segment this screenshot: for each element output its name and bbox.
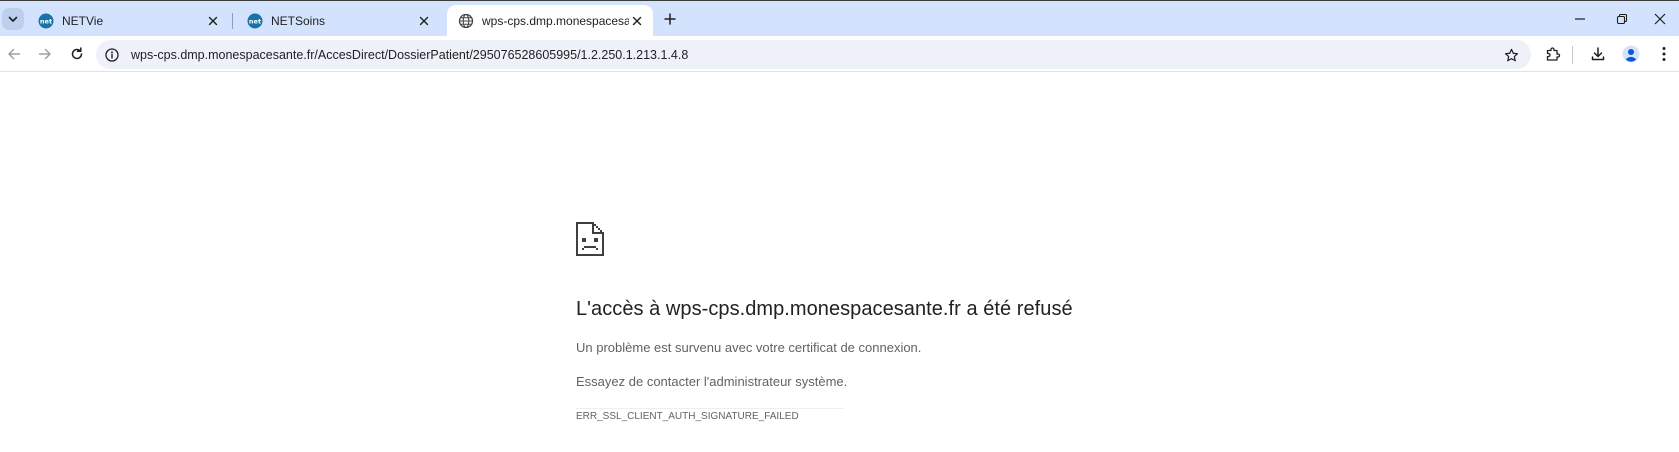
site-info-icon[interactable] — [102, 45, 122, 65]
tab-netsoins[interactable]: net NETSoins — [236, 5, 440, 37]
more-vertical-icon — [1662, 47, 1666, 61]
download-icon — [1591, 47, 1605, 61]
netvie-logo-icon: net — [38, 13, 54, 29]
tab-active-error-page[interactable]: wps-cps.dmp.monespacesante.fr — [447, 5, 653, 37]
bookmark-star-icon[interactable] — [1501, 45, 1521, 65]
globe-icon — [458, 13, 474, 29]
new-tab-button[interactable] — [660, 9, 680, 29]
forward-button[interactable] — [33, 42, 57, 66]
extensions-button[interactable] — [1541, 42, 1565, 66]
error-code: ERR_SSL_CLIENT_AUTH_SIGNATURE_FAILED — [576, 411, 799, 422]
tab-title: NETSoins — [271, 14, 326, 28]
close-tab-icon[interactable] — [629, 13, 645, 29]
restore-button[interactable] — [1602, 7, 1642, 31]
chevron-down-icon — [8, 16, 18, 22]
divider — [576, 408, 844, 409]
downloads-button[interactable] — [1586, 42, 1610, 66]
svg-text:net: net — [249, 18, 261, 26]
tab-strip: net NETVie net NETSoins wps-cps.dmp.mone… — [0, 0, 1679, 37]
back-arrow-icon — [8, 48, 21, 60]
url-text[interactable]: wps-cps.dmp.monespacesante.fr/AccesDirec… — [131, 48, 688, 62]
minimize-icon — [1575, 18, 1585, 20]
reload-button[interactable] — [65, 42, 89, 66]
minimize-button[interactable] — [1560, 7, 1600, 31]
tab-netvie[interactable]: net NETVie — [27, 5, 229, 37]
avatar-icon — [1622, 45, 1640, 63]
svg-text:net: net — [40, 18, 52, 26]
back-button[interactable] — [2, 42, 26, 66]
toolbar-separator — [1572, 46, 1573, 64]
puzzle-piece-icon — [1546, 47, 1561, 61]
forward-arrow-icon — [38, 48, 51, 60]
close-window-button[interactable] — [1640, 7, 1679, 31]
close-icon — [1654, 13, 1666, 25]
address-bar[interactable]: wps-cps.dmp.monespacesante.fr/AccesDirec… — [96, 40, 1531, 69]
netsoins-logo-icon: net — [247, 13, 263, 29]
error-description: Un problème est survenu avec votre certi… — [576, 340, 922, 355]
close-tab-icon[interactable] — [205, 13, 221, 29]
sad-document-icon — [576, 222, 604, 256]
error-title: L'accès à wps-cps.dmp.monespacesante.fr … — [576, 298, 1073, 320]
plus-icon — [664, 13, 676, 25]
browser-toolbar: wps-cps.dmp.monespacesante.fr/AccesDirec… — [0, 36, 1679, 72]
error-suggestion: Essayez de contacter l'administrateur sy… — [576, 374, 848, 389]
tab-separator — [232, 13, 233, 29]
reload-icon — [71, 47, 83, 60]
close-tab-icon[interactable] — [416, 13, 432, 29]
tab-search-button[interactable] — [2, 8, 24, 30]
restore-icon — [1616, 13, 1628, 25]
browser-menu-button[interactable] — [1652, 42, 1676, 66]
profile-button[interactable] — [1619, 42, 1643, 66]
tab-title: NETVie — [62, 14, 104, 28]
tab-title: wps-cps.dmp.monespacesante.fr — [482, 14, 629, 28]
